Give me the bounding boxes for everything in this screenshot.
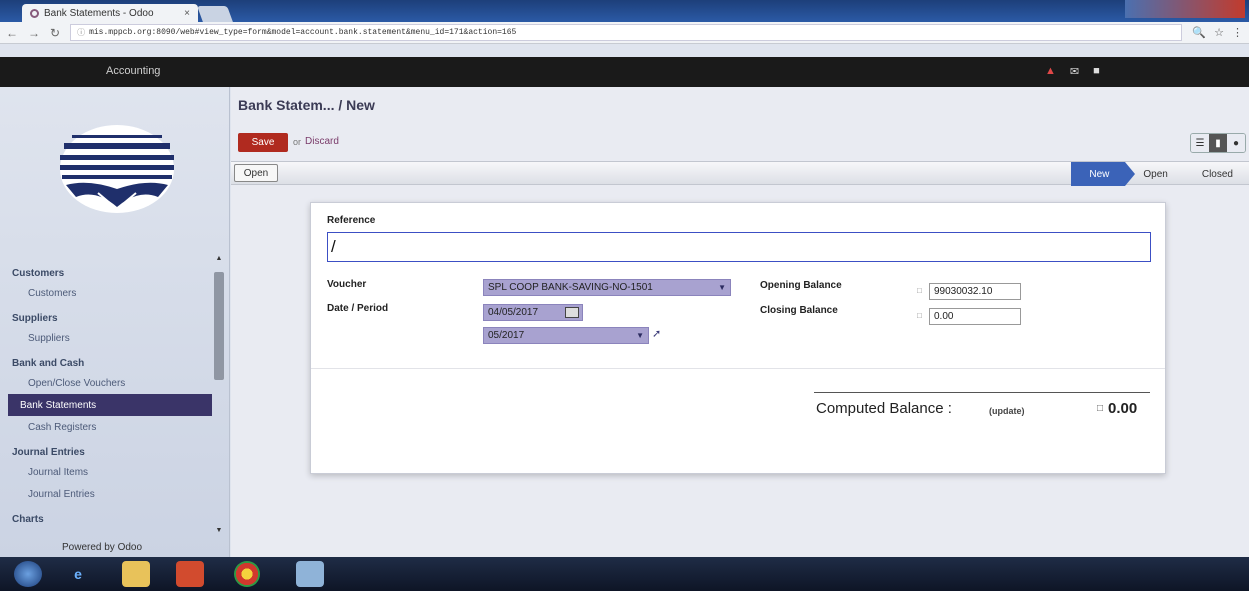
currency-icon: □: [917, 286, 922, 295]
sidebar: Customers Customers Suppliers Suppliers …: [0, 87, 230, 557]
user-icon[interactable]: ■: [1093, 65, 1100, 78]
window-controls[interactable]: [1125, 0, 1245, 18]
reference-label: Reference: [327, 215, 376, 226]
computed-balance-label: Computed Balance :: [816, 400, 952, 417]
date-input[interactable]: 04/05/2017: [483, 304, 583, 321]
scroll-down-icon[interactable]: ▼: [214, 527, 224, 534]
voucher-label: Voucher: [327, 279, 367, 290]
sidebar-item-customers[interactable]: Customers: [0, 282, 212, 304]
state-closed[interactable]: Closed: [1184, 162, 1249, 186]
os-taskbar: e: [0, 557, 1249, 591]
computed-balance-value: 0.00: [1108, 400, 1138, 417]
currency-icon: □: [917, 311, 922, 320]
closing-balance-input[interactable]: 0.00: [929, 308, 1021, 325]
url-text: mis.mppcb.org:8090/web#view_type=form&mo…: [89, 28, 517, 37]
odoo-topbar: Accounting ▲ ✉ ■: [0, 57, 1249, 87]
voucher-value: SPL COOP BANK-SAVING-NO-1501: [488, 282, 653, 293]
voucher-select[interactable]: SPL COOP BANK-SAVING-NO-1501 ▼: [483, 279, 731, 296]
alert-icon[interactable]: ▲: [1045, 65, 1056, 78]
app-icon[interactable]: [296, 561, 324, 587]
period-select[interactable]: 05/2017 ▼: [483, 327, 649, 344]
form-view-icon[interactable]: ▮: [1209, 134, 1227, 152]
date-period-label: Date / Period: [327, 303, 389, 314]
browser-tabstrip: Bank Statements - Odoo ×: [0, 0, 1249, 22]
calendar-icon[interactable]: [565, 307, 579, 318]
sidebar-item-open-close-vouchers[interactable]: Open/Close Vouchers: [0, 372, 212, 394]
graph-view-icon[interactable]: ●: [1227, 134, 1245, 152]
opening-balance-input[interactable]: 99030032.10: [929, 283, 1021, 300]
view-switcher: ☰ ▮ ●: [1190, 133, 1246, 153]
tab-close-icon[interactable]: ×: [184, 8, 190, 19]
powered-by-link[interactable]: Powered by Odoo: [62, 542, 142, 553]
list-view-icon[interactable]: ☰: [1191, 134, 1209, 152]
sidebar-scrollbar[interactable]: [214, 272, 224, 380]
main-content: Bank Statem... / New Save or Discard ☰ ▮…: [231, 87, 1249, 557]
currency-icon: □: [1097, 403, 1104, 414]
reload-icon[interactable]: ↻: [50, 26, 60, 40]
open-button[interactable]: Open: [234, 164, 278, 182]
address-bar: ← → ↻ ⓘ mis.mppcb.org:8090/web#view_type…: [0, 22, 1249, 44]
opening-balance-label: Opening Balance: [760, 280, 842, 291]
odoo-favicon-icon: [30, 8, 39, 18]
start-button-icon[interactable]: [14, 561, 42, 587]
discard-button[interactable]: Discard: [305, 136, 339, 147]
date-value: 04/05/2017: [488, 307, 539, 318]
reference-input[interactable]: /: [327, 232, 1151, 262]
external-link-icon[interactable]: ➚: [652, 327, 661, 340]
sidebar-nav: Customers Customers Suppliers Suppliers …: [0, 259, 212, 528]
forward-icon[interactable]: →: [28, 26, 40, 40]
or-text: or: [293, 137, 302, 147]
state-new[interactable]: New: [1071, 162, 1136, 186]
state-pipeline: New Open Closed: [1071, 162, 1249, 186]
period-value: 05/2017: [488, 330, 525, 341]
site-info-icon[interactable]: ⓘ: [77, 27, 85, 38]
update-button[interactable]: (update): [989, 406, 1025, 416]
scroll-up-icon[interactable]: ▲: [214, 255, 224, 262]
state-open[interactable]: Open: [1125, 162, 1183, 186]
sidebar-item-journal-entries[interactable]: Journal Entries: [0, 483, 212, 505]
sidebar-header-customers: Customers: [12, 268, 65, 279]
browser-menu-icon[interactable]: ⋮: [1232, 26, 1243, 39]
file-explorer-icon[interactable]: [122, 561, 150, 587]
breadcrumb[interactable]: Bank Statem... / New: [238, 97, 375, 113]
total-divider: [814, 392, 1150, 393]
dropdown-caret-icon: ▼: [718, 283, 726, 292]
dropdown-caret-icon: ▼: [636, 331, 644, 340]
chat-icon[interactable]: ✉: [1070, 65, 1079, 78]
company-logo: [60, 125, 174, 213]
sidebar-header-bank-and-cash: Bank and Cash: [12, 358, 85, 369]
sidebar-item-suppliers[interactable]: Suppliers: [0, 327, 212, 349]
save-button[interactable]: Save: [238, 133, 288, 152]
back-icon[interactable]: ←: [6, 26, 18, 40]
internet-explorer-icon[interactable]: e: [64, 561, 92, 587]
sidebar-item-journal-items[interactable]: Journal Items: [0, 461, 212, 483]
media-player-icon[interactable]: [176, 561, 204, 587]
sidebar-item-cash-registers[interactable]: Cash Registers: [0, 416, 212, 438]
browser-tab-title: Bank Statements - Odoo: [44, 7, 154, 19]
sidebar-header-charts: Charts: [12, 514, 44, 525]
computed-balance-total: □ 0.00: [1097, 400, 1137, 417]
sidebar-header-suppliers: Suppliers: [12, 313, 58, 324]
form-sheet: Reference / Voucher Date / Period SPL CO…: [310, 202, 1166, 474]
app-menu-accounting[interactable]: Accounting: [106, 65, 160, 77]
statusbar: Open New Open Closed: [231, 161, 1249, 186]
sidebar-header-journal-entries: Journal Entries: [12, 447, 85, 458]
closing-balance-label: Closing Balance: [760, 305, 838, 316]
sidebar-item-bank-statements[interactable]: Bank Statements: [8, 394, 212, 416]
chrome-icon[interactable]: [234, 561, 260, 587]
bookmark-star-icon[interactable]: ☆: [1214, 26, 1224, 39]
new-tab-button[interactable]: [197, 6, 233, 22]
browser-tab[interactable]: Bank Statements - Odoo ×: [22, 4, 198, 22]
zoom-icon[interactable]: 🔍: [1192, 26, 1206, 39]
url-field[interactable]: ⓘ mis.mppcb.org:8090/web#view_type=form&…: [70, 24, 1183, 41]
divider: [311, 368, 1165, 369]
